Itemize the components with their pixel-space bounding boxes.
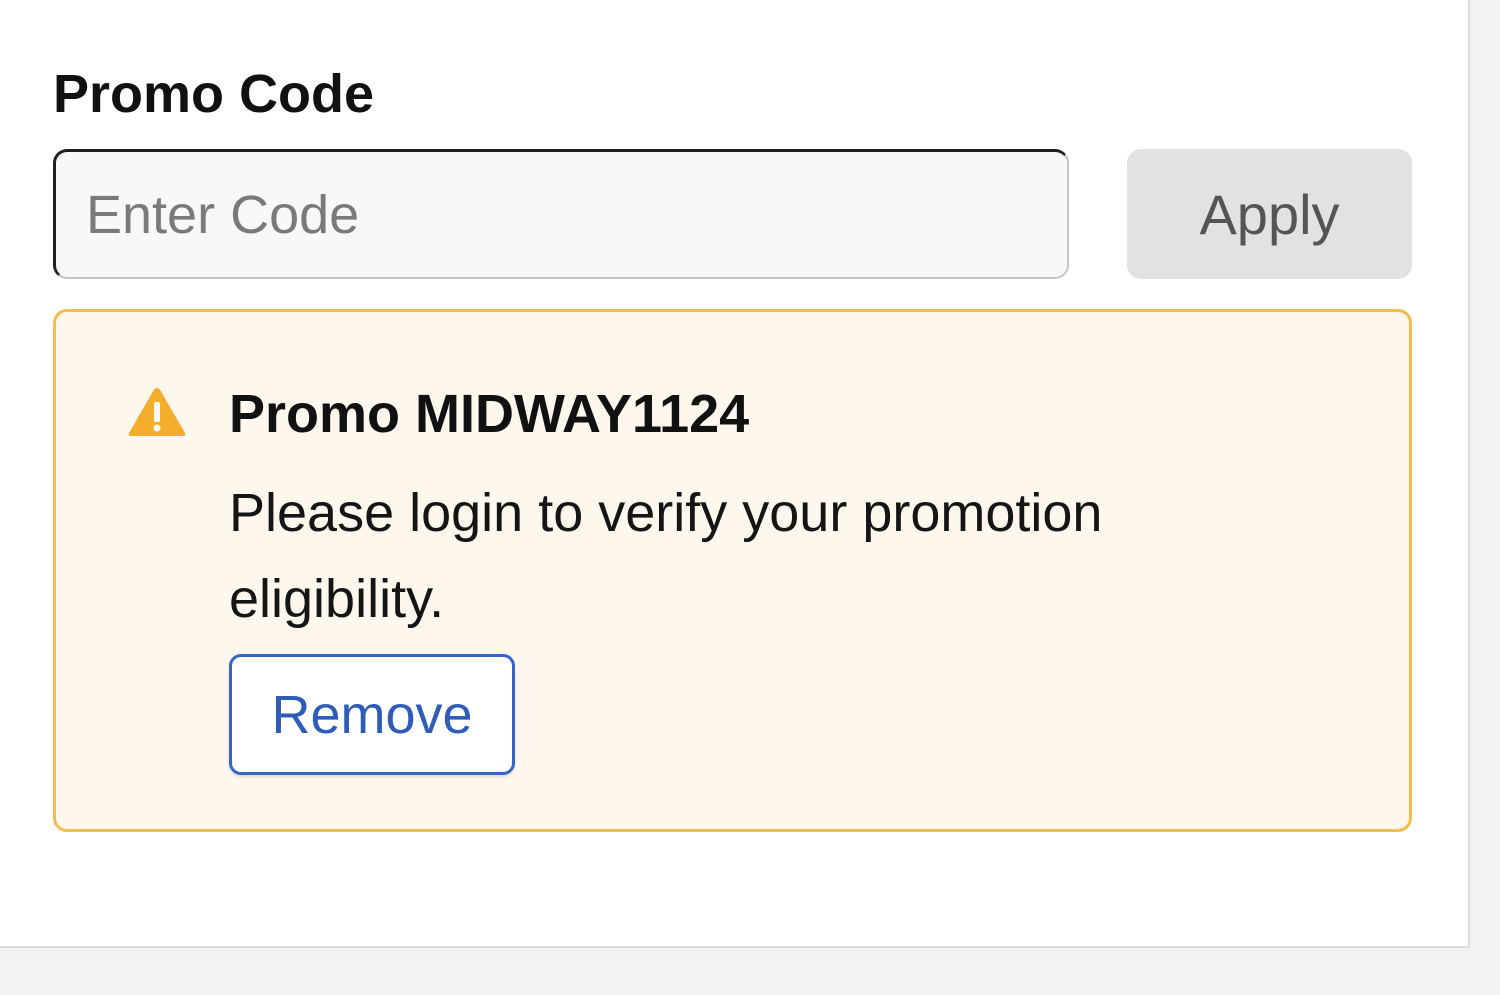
apply-button[interactable]: Apply: [1127, 149, 1412, 279]
alert-message: Please login to verify your promotion el…: [229, 483, 1103, 629]
promo-code-title: Promo Code: [53, 64, 375, 124]
promo-warning-alert: Promo MIDWAY1124 Please login to verify …: [53, 309, 1412, 832]
warning-icon: [128, 388, 186, 436]
alert-title: Promo MIDWAY1124: [229, 384, 750, 444]
remove-promo-button[interactable]: Remove: [229, 654, 515, 775]
promo-panel: Promo Code Apply Promo MIDWAY1124 Please…: [0, 0, 1470, 948]
promo-code-input[interactable]: [53, 149, 1069, 279]
